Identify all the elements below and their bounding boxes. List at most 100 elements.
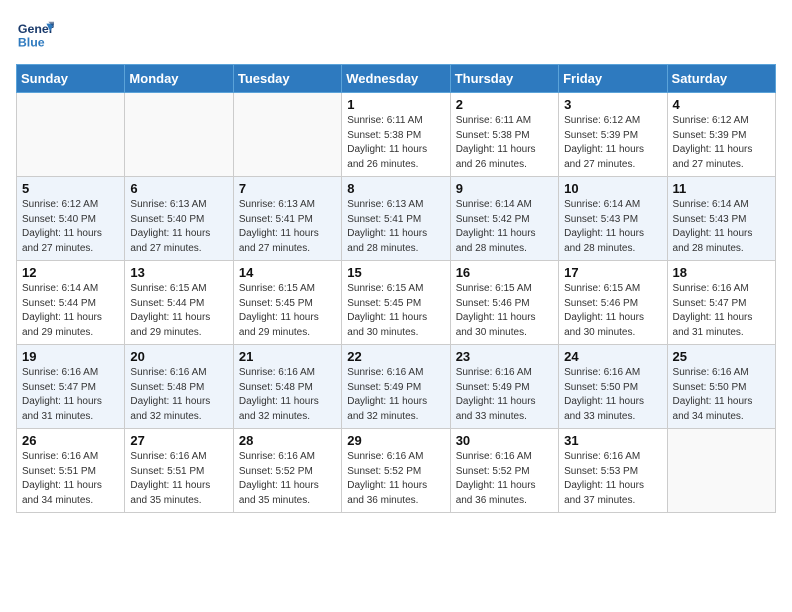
day-info: Sunrise: 6:15 AM Sunset: 5:46 PM Dayligh… bbox=[456, 282, 553, 340]
day-info: Sunrise: 6:16 AM Sunset: 5:52 PM Dayligh… bbox=[456, 450, 553, 508]
calendar-cell: 9 Sunrise: 6:14 AM Sunset: 5:42 PM Daylig… bbox=[450, 177, 558, 261]
day-number: 27 bbox=[130, 433, 227, 448]
day-info: Sunrise: 6:16 AM Sunset: 5:50 PM Dayligh… bbox=[564, 366, 661, 424]
calendar-cell: 11Sunrise: 6:14 AM Sunset: 5:43 PM Dayli… bbox=[667, 177, 775, 261]
day-number: 8 bbox=[347, 181, 444, 196]
day-number: 17 bbox=[564, 265, 661, 280]
day-info: Sunrise: 6:13 AM Sunset: 5:41 PM Dayligh… bbox=[347, 198, 444, 256]
weekday-header: Saturday bbox=[667, 65, 775, 93]
day-number: 4 bbox=[673, 97, 770, 112]
day-info: Sunrise: 6:15 AM Sunset: 5:45 PM Dayligh… bbox=[347, 282, 444, 340]
day-number: 9 bbox=[456, 181, 553, 196]
logo: General Blue bbox=[16, 16, 54, 54]
calendar-cell: 27 Sunrise: 6:16 AM Sunset: 5:51 PM Dayli… bbox=[125, 429, 233, 513]
day-info: Sunrise: 6:11 AM Sunset: 5:38 PM Dayligh… bbox=[456, 114, 553, 172]
day-number: 22 bbox=[347, 349, 444, 364]
calendar-cell: 24 Sunrise: 6:16 AM Sunset: 5:50 PM Dayli… bbox=[559, 345, 667, 429]
day-info: Sunrise: 6:14 AM Sunset: 5:44 PM Dayligh… bbox=[22, 282, 119, 340]
day-info: Sunrise: 6:16 AM Sunset: 5:47 PM Dayligh… bbox=[673, 282, 770, 340]
calendar-week-row: 19 Sunrise: 6:16 AM Sunset: 5:47 PM Dayli… bbox=[17, 345, 776, 429]
day-number: 7 bbox=[239, 181, 336, 196]
calendar-cell: 20Sunrise: 6:16 AM Sunset: 5:48 PM Dayli… bbox=[125, 345, 233, 429]
day-number: 19 bbox=[22, 349, 119, 364]
day-info: Sunrise: 6:16 AM Sunset: 5:51 PM Dayligh… bbox=[130, 450, 227, 508]
day-number: 28 bbox=[239, 433, 336, 448]
calendar-cell: 18 Sunrise: 6:16 AM Sunset: 5:47 PM Dayli… bbox=[667, 261, 775, 345]
page-header: General Blue bbox=[16, 16, 776, 54]
day-number: 20 bbox=[130, 349, 227, 364]
day-info: Sunrise: 6:15 AM Sunset: 5:45 PM Dayligh… bbox=[239, 282, 336, 340]
day-info: Sunrise: 6:16 AM Sunset: 5:50 PM Dayligh… bbox=[673, 366, 770, 424]
calendar-cell bbox=[233, 93, 341, 177]
day-number: 2 bbox=[456, 97, 553, 112]
day-number: 15 bbox=[347, 265, 444, 280]
day-info: Sunrise: 6:16 AM Sunset: 5:47 PM Dayligh… bbox=[22, 366, 119, 424]
calendar-cell bbox=[17, 93, 125, 177]
calendar-week-row: 5Sunrise: 6:12 AM Sunset: 5:40 PM Daylig… bbox=[17, 177, 776, 261]
day-number: 12 bbox=[22, 265, 119, 280]
day-number: 3 bbox=[564, 97, 661, 112]
weekday-header: Monday bbox=[125, 65, 233, 93]
calendar-table: SundayMondayTuesdayWednesdayThursdayFrid… bbox=[16, 64, 776, 513]
day-info: Sunrise: 6:16 AM Sunset: 5:49 PM Dayligh… bbox=[456, 366, 553, 424]
calendar-cell: 26Sunrise: 6:16 AM Sunset: 5:51 PM Dayli… bbox=[17, 429, 125, 513]
calendar-cell: 4Sunrise: 6:12 AM Sunset: 5:39 PM Daylig… bbox=[667, 93, 775, 177]
calendar-cell: 29Sunrise: 6:16 AM Sunset: 5:52 PM Dayli… bbox=[342, 429, 450, 513]
day-info: Sunrise: 6:16 AM Sunset: 5:52 PM Dayligh… bbox=[239, 450, 336, 508]
day-info: Sunrise: 6:15 AM Sunset: 5:44 PM Dayligh… bbox=[130, 282, 227, 340]
calendar-body: 1 Sunrise: 6:11 AM Sunset: 5:38 PM Daylig… bbox=[17, 93, 776, 513]
day-number: 24 bbox=[564, 349, 661, 364]
day-number: 16 bbox=[456, 265, 553, 280]
day-info: Sunrise: 6:16 AM Sunset: 5:49 PM Dayligh… bbox=[347, 366, 444, 424]
calendar-cell: 12 Sunrise: 6:14 AM Sunset: 5:44 PM Dayli… bbox=[17, 261, 125, 345]
day-info: Sunrise: 6:13 AM Sunset: 5:41 PM Dayligh… bbox=[239, 198, 336, 256]
day-number: 11 bbox=[673, 181, 770, 196]
calendar-cell: 22 Sunrise: 6:16 AM Sunset: 5:49 PM Dayli… bbox=[342, 345, 450, 429]
calendar-cell: 14 Sunrise: 6:15 AM Sunset: 5:45 PM Dayli… bbox=[233, 261, 341, 345]
calendar-cell: 6Sunrise: 6:13 AM Sunset: 5:40 PM Daylig… bbox=[125, 177, 233, 261]
day-number: 29 bbox=[347, 433, 444, 448]
calendar-cell: 21 Sunrise: 6:16 AM Sunset: 5:48 PM Dayli… bbox=[233, 345, 341, 429]
calendar-cell: 7 Sunrise: 6:13 AM Sunset: 5:41 PM Daylig… bbox=[233, 177, 341, 261]
logo-icon: General Blue bbox=[16, 16, 54, 54]
day-number: 23 bbox=[456, 349, 553, 364]
day-number: 25 bbox=[673, 349, 770, 364]
day-info: Sunrise: 6:12 AM Sunset: 5:39 PM Dayligh… bbox=[564, 114, 661, 172]
day-info: Sunrise: 6:16 AM Sunset: 5:53 PM Dayligh… bbox=[564, 450, 661, 508]
weekday-header: Thursday bbox=[450, 65, 558, 93]
day-info: Sunrise: 6:13 AM Sunset: 5:40 PM Dayligh… bbox=[130, 198, 227, 256]
day-number: 30 bbox=[456, 433, 553, 448]
day-number: 31 bbox=[564, 433, 661, 448]
weekday-header: Tuesday bbox=[233, 65, 341, 93]
day-info: Sunrise: 6:14 AM Sunset: 5:42 PM Dayligh… bbox=[456, 198, 553, 256]
calendar-cell: 3 Sunrise: 6:12 AM Sunset: 5:39 PM Daylig… bbox=[559, 93, 667, 177]
calendar-cell: 16 Sunrise: 6:15 AM Sunset: 5:46 PM Dayli… bbox=[450, 261, 558, 345]
calendar-cell: 17Sunrise: 6:15 AM Sunset: 5:46 PM Dayli… bbox=[559, 261, 667, 345]
day-number: 14 bbox=[239, 265, 336, 280]
calendar-cell bbox=[125, 93, 233, 177]
calendar-cell: 8 Sunrise: 6:13 AM Sunset: 5:41 PM Daylig… bbox=[342, 177, 450, 261]
calendar-week-row: 26Sunrise: 6:16 AM Sunset: 5:51 PM Dayli… bbox=[17, 429, 776, 513]
calendar-cell: 31 Sunrise: 6:16 AM Sunset: 5:53 PM Dayli… bbox=[559, 429, 667, 513]
day-number: 13 bbox=[130, 265, 227, 280]
calendar-cell: 28 Sunrise: 6:16 AM Sunset: 5:52 PM Dayli… bbox=[233, 429, 341, 513]
calendar-cell: 13 Sunrise: 6:15 AM Sunset: 5:44 PM Dayli… bbox=[125, 261, 233, 345]
day-info: Sunrise: 6:16 AM Sunset: 5:48 PM Dayligh… bbox=[239, 366, 336, 424]
calendar-cell: 10 Sunrise: 6:14 AM Sunset: 5:43 PM Dayli… bbox=[559, 177, 667, 261]
calendar-header-row: SundayMondayTuesdayWednesdayThursdayFrid… bbox=[17, 65, 776, 93]
calendar-cell: 25 Sunrise: 6:16 AM Sunset: 5:50 PM Dayli… bbox=[667, 345, 775, 429]
svg-text:Blue: Blue bbox=[18, 35, 45, 49]
day-info: Sunrise: 6:14 AM Sunset: 5:43 PM Dayligh… bbox=[564, 198, 661, 256]
day-number: 21 bbox=[239, 349, 336, 364]
weekday-header: Friday bbox=[559, 65, 667, 93]
calendar-week-row: 1 Sunrise: 6:11 AM Sunset: 5:38 PM Daylig… bbox=[17, 93, 776, 177]
day-number: 5 bbox=[22, 181, 119, 196]
day-number: 18 bbox=[673, 265, 770, 280]
day-number: 10 bbox=[564, 181, 661, 196]
calendar-cell bbox=[667, 429, 775, 513]
day-number: 1 bbox=[347, 97, 444, 112]
calendar-cell: 2 Sunrise: 6:11 AM Sunset: 5:38 PM Daylig… bbox=[450, 93, 558, 177]
day-info: Sunrise: 6:16 AM Sunset: 5:51 PM Dayligh… bbox=[22, 450, 119, 508]
calendar-cell: 15 Sunrise: 6:15 AM Sunset: 5:45 PM Dayli… bbox=[342, 261, 450, 345]
calendar-cell: 19 Sunrise: 6:16 AM Sunset: 5:47 PM Dayli… bbox=[17, 345, 125, 429]
